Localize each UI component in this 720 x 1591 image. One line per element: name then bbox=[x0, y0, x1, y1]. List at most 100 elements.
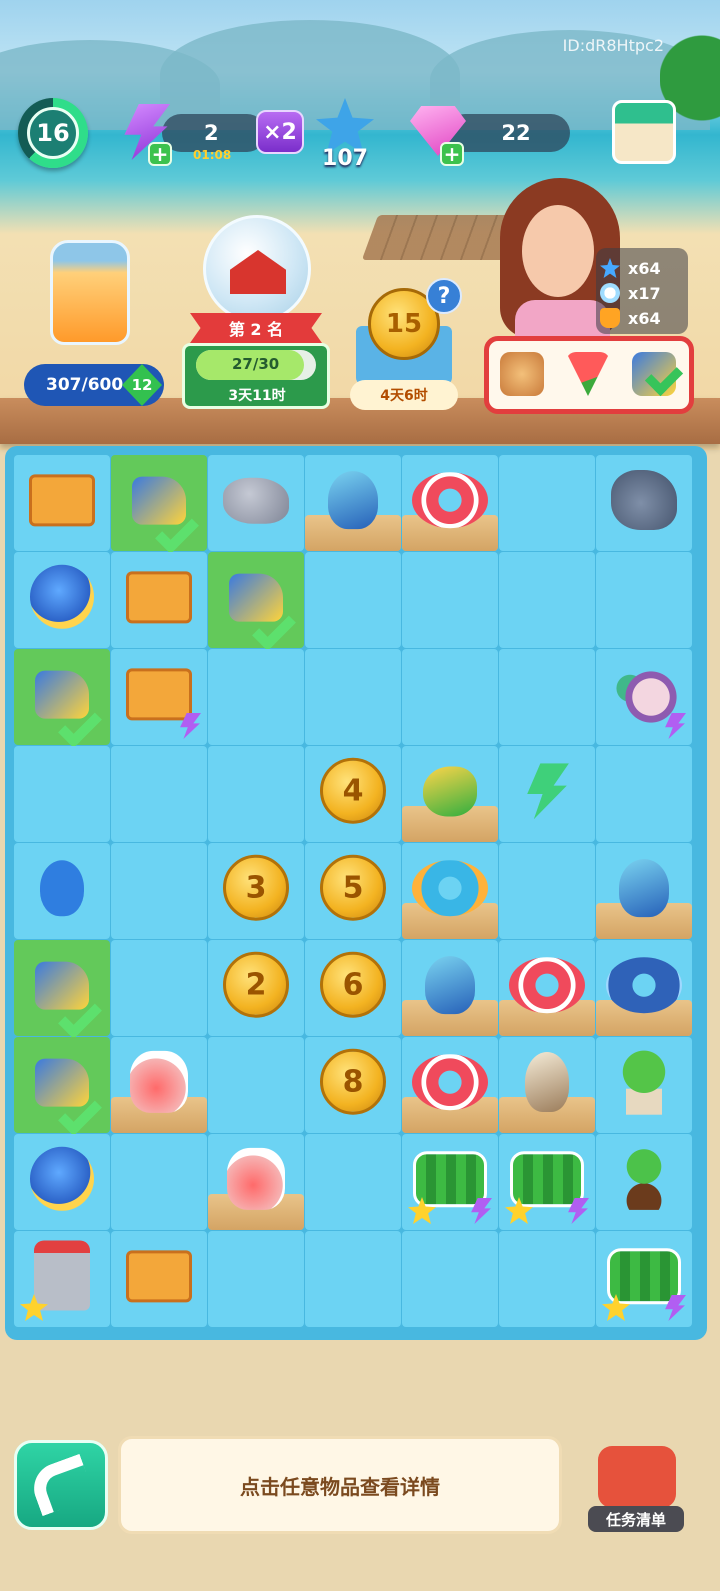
energy-multiplier-button[interactable]: ×2 bbox=[256, 110, 304, 154]
add-energy-button[interactable]: + bbox=[148, 142, 172, 166]
board-cell[interactable] bbox=[305, 1134, 401, 1230]
board-cell[interactable] bbox=[596, 746, 692, 842]
board-cell[interactable] bbox=[402, 1231, 498, 1327]
board-cell[interactable] bbox=[111, 1231, 207, 1327]
board-cell[interactable] bbox=[111, 552, 207, 648]
help-button[interactable]: ? bbox=[426, 278, 462, 314]
item-detail-hint[interactable]: 点击任意物品查看详情 bbox=[118, 1436, 562, 1534]
seagull-item[interactable] bbox=[525, 1052, 569, 1112]
board-cell[interactable] bbox=[111, 1037, 207, 1133]
generator-machine-item[interactable] bbox=[34, 1240, 90, 1311]
board-cell[interactable] bbox=[14, 1231, 110, 1327]
energy-bolt-item[interactable] bbox=[527, 763, 569, 820]
board-cell[interactable] bbox=[402, 1037, 498, 1133]
board-cell[interactable] bbox=[208, 1231, 304, 1327]
spade-item[interactable] bbox=[40, 860, 84, 917]
watermelon-tray-item[interactable] bbox=[413, 1151, 487, 1208]
board-cell[interactable] bbox=[111, 940, 207, 1036]
donut-swim-ring-item[interactable] bbox=[412, 860, 488, 917]
board-cell[interactable]: 3 bbox=[208, 843, 304, 939]
rock-plant-item[interactable] bbox=[611, 470, 677, 530]
seashell-icon[interactable] bbox=[500, 352, 544, 396]
rock-item[interactable] bbox=[223, 477, 289, 524]
board-cell[interactable] bbox=[402, 649, 498, 745]
board-cell[interactable] bbox=[208, 1134, 304, 1230]
player-level-ring[interactable]: 16 bbox=[18, 98, 88, 168]
board-cell[interactable] bbox=[596, 1134, 692, 1230]
coin-item[interactable]: 5 bbox=[320, 854, 386, 921]
bird-item[interactable] bbox=[425, 956, 475, 1015]
board-cell[interactable]: 6 bbox=[305, 940, 401, 1036]
watering-can-item[interactable] bbox=[30, 1146, 94, 1211]
watermelon-tray-item[interactable] bbox=[607, 1248, 681, 1305]
juice-jug-item[interactable] bbox=[130, 1050, 188, 1113]
board-cell[interactable] bbox=[596, 1037, 692, 1133]
board-cell[interactable] bbox=[208, 455, 304, 551]
swim-ring-item[interactable] bbox=[412, 1054, 488, 1111]
board-cell[interactable] bbox=[111, 649, 207, 745]
board-cell[interactable] bbox=[305, 552, 401, 648]
board-cell[interactable] bbox=[208, 649, 304, 745]
crate-item[interactable] bbox=[29, 474, 95, 527]
board-cell[interactable] bbox=[208, 746, 304, 842]
coin-item[interactable]: 3 bbox=[223, 854, 289, 921]
board-cell[interactable] bbox=[305, 649, 401, 745]
board-cell[interactable] bbox=[111, 746, 207, 842]
board-cell[interactable] bbox=[111, 1134, 207, 1230]
board-cell[interactable] bbox=[596, 1231, 692, 1327]
board-cell[interactable] bbox=[14, 649, 110, 748]
board-cell[interactable] bbox=[499, 746, 595, 842]
board-cell[interactable] bbox=[402, 455, 498, 551]
board-cell[interactable] bbox=[208, 552, 304, 651]
board-cell[interactable] bbox=[499, 1231, 595, 1327]
back-button[interactable] bbox=[14, 1440, 108, 1530]
board-cell[interactable] bbox=[596, 552, 692, 648]
swim-ring-item[interactable] bbox=[509, 957, 585, 1014]
board-cell[interactable] bbox=[14, 940, 110, 1039]
shop-stall-button[interactable] bbox=[612, 100, 676, 164]
board-cell[interactable] bbox=[402, 1134, 498, 1230]
coin-item[interactable]: 2 bbox=[223, 951, 289, 1018]
board-cell[interactable] bbox=[305, 1231, 401, 1327]
orca-float-item[interactable] bbox=[606, 957, 682, 1014]
board-cell[interactable]: 4 bbox=[305, 746, 401, 842]
bird-item[interactable] bbox=[619, 859, 669, 918]
board-cell[interactable]: 8 bbox=[305, 1037, 401, 1133]
coin-item[interactable]: 8 bbox=[320, 1048, 386, 1115]
watermelon-tray-item[interactable] bbox=[510, 1151, 584, 1208]
coin-item[interactable]: 4 bbox=[320, 757, 386, 824]
coral-shell-item[interactable] bbox=[609, 665, 679, 724]
board-cell[interactable] bbox=[14, 1134, 110, 1230]
crate-item[interactable] bbox=[126, 668, 192, 721]
board-cell[interactable] bbox=[14, 843, 110, 939]
board-cell[interactable] bbox=[14, 455, 110, 551]
board-cell[interactable] bbox=[499, 552, 595, 648]
board-cell[interactable]: 5 bbox=[305, 843, 401, 939]
watering-can-item[interactable] bbox=[30, 564, 94, 629]
board-cell[interactable] bbox=[402, 940, 498, 1036]
sprout-item[interactable] bbox=[622, 1147, 666, 1210]
add-gems-button[interactable]: + bbox=[440, 142, 464, 166]
board-cell[interactable] bbox=[402, 552, 498, 648]
board-cell[interactable] bbox=[499, 455, 595, 551]
board-cell[interactable] bbox=[208, 1037, 304, 1133]
board-cell[interactable] bbox=[111, 455, 207, 554]
board-cell[interactable] bbox=[305, 455, 401, 551]
honey-jar[interactable] bbox=[50, 240, 130, 345]
board-cell[interactable] bbox=[596, 649, 692, 745]
board-cell[interactable] bbox=[499, 843, 595, 939]
juice-jug-item[interactable] bbox=[227, 1147, 285, 1210]
board-cell[interactable] bbox=[111, 843, 207, 939]
board-cell[interactable] bbox=[596, 843, 692, 939]
board-cell[interactable] bbox=[596, 940, 692, 1036]
board-cell[interactable] bbox=[499, 940, 595, 1036]
board-cell[interactable] bbox=[14, 746, 110, 842]
board-cell[interactable] bbox=[499, 1134, 595, 1230]
board-cell[interactable] bbox=[14, 552, 110, 648]
crate-item[interactable] bbox=[126, 1250, 192, 1303]
board-cell[interactable] bbox=[499, 1037, 595, 1133]
board-cell[interactable] bbox=[14, 1037, 110, 1136]
board-cell[interactable] bbox=[596, 455, 692, 551]
task-list-button[interactable]: 任务清单 bbox=[588, 1446, 688, 1536]
parrot-item[interactable] bbox=[423, 766, 477, 817]
